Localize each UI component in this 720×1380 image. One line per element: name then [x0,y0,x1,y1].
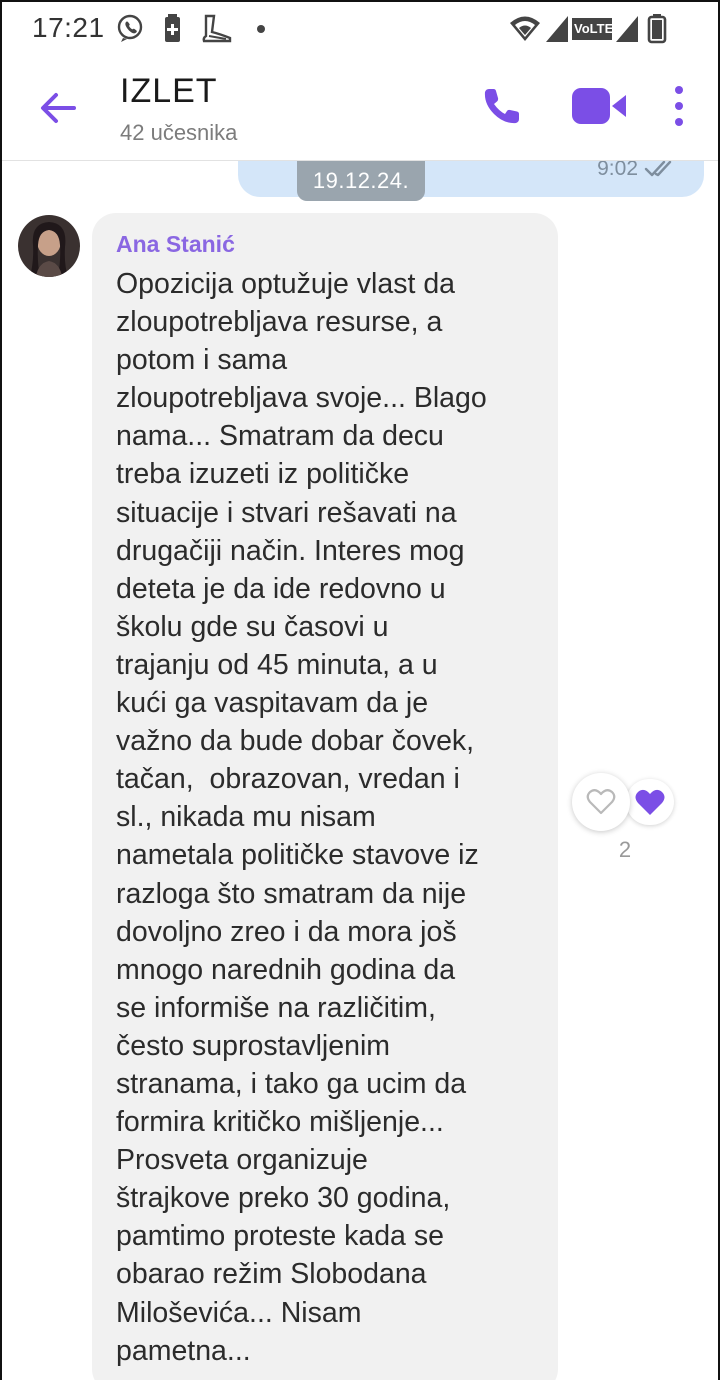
app-icon [202,14,232,43]
message-line: Miloševića... Nisam [116,1296,362,1329]
message-line: obarao režim Slobodana [116,1258,427,1291]
message-line: stranama, i tako ga ucim da [116,1067,467,1100]
incoming-message-bubble[interactable]: Ana Stanić Opozicija optužuje vlast da z… [92,213,558,1380]
message-line: školu gde su časovi u [116,610,389,643]
signal-icon [616,16,638,42]
message-time: 9:02 [597,161,638,180]
message-line: pametna... [116,1334,251,1367]
message-line: se informiše na različitim, [116,991,436,1024]
volte-icon: VoLTE [572,18,613,40]
avatar[interactable] [18,215,80,277]
status-time: 17:21 [32,12,105,43]
message-line: potom i sama [116,344,288,377]
more-options-icon[interactable] [664,84,694,128]
message-line: razloga što smatram da nije [116,877,467,910]
date-divider: 19.12.24. [297,161,425,201]
like-button[interactable] [572,773,630,831]
message-line: formira kritičko mišljenje... [116,1106,444,1139]
chat-area[interactable]: 9:02 19.12.24. Ana Stanić Opozicija optu… [2,161,718,1380]
read-receipt-icon [644,161,672,177]
dot-icon [257,25,265,33]
back-arrow-icon[interactable] [36,86,80,130]
reaction-chip[interactable] [626,779,674,825]
message-line: mnogo narednih godina da [116,953,456,986]
message-text: Opozicija optužuje vlast da zloupotreblj… [116,265,548,1370]
message-line: zloupotrebljava resurse, a [116,306,443,339]
message-line: važno da bude dobar čovek, [116,725,475,758]
message-line: dovoljno zreo i da mora još [116,915,457,948]
message-line: sl., nikada mu nisam [116,801,376,834]
message-line: trajanju od 45 minuta, a u [116,648,438,681]
message-line: nametala političke stavove iz [116,839,479,872]
message-line: situacije i stvari rešavati na [116,496,457,529]
signal-icon [546,16,568,42]
message-line: Opozicija optužuje vlast da [116,268,456,300]
video-call-icon[interactable] [570,84,628,128]
viber-icon [117,14,143,42]
message-line: treba izuzeti iz političke [116,458,410,491]
chat-header: IZLET 42 učesnika [2,54,718,161]
message-line: često suprostavljenim [116,1029,391,1062]
message-line: deteta je da ide redovno u [116,572,446,605]
battery-icon [647,14,667,44]
message-line: nama... Smatram da decu [116,420,444,453]
message-line: Prosveta organizuje [116,1144,368,1177]
phone-call-icon[interactable] [480,84,524,128]
message-line: tačan, obrazovan, vredan i [116,763,460,796]
reaction-count: 2 [618,837,632,862]
heart-filled-icon [635,789,665,815]
battery-saver-icon [165,14,180,42]
wifi-icon [510,16,540,41]
message-line: kući ga vaspitavam da je [116,687,429,720]
participant-count[interactable]: 42 učesnika [120,120,237,146]
sender-name[interactable]: Ana Stanić [116,231,235,258]
status-bar: 17:21 VoLTE [2,2,718,54]
message-line: drugačiji način. Interes mog [116,534,465,567]
chat-title[interactable]: IZLET [120,72,218,111]
message-line: zloupotrebljava svoje... Blago [116,382,487,415]
heart-outline-icon [586,789,616,815]
message-line: štrajkove preko 30 godina, [116,1182,451,1215]
message-line: pamtimo proteste kada se [116,1220,444,1253]
